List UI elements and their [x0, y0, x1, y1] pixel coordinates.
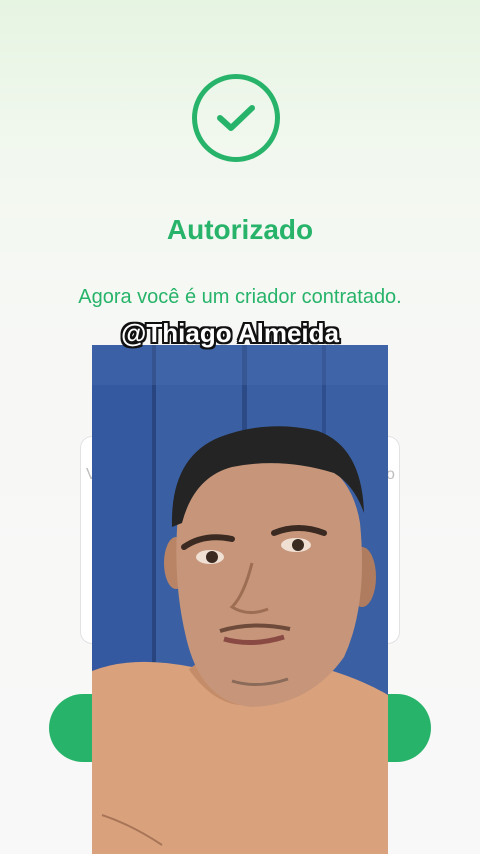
check-circle-icon: [192, 74, 280, 162]
checkmark-icon: [217, 105, 255, 131]
camera-video-overlay: [92, 345, 388, 854]
status-message: Agora você é um criador contratado.: [78, 286, 402, 308]
person-video-frame: [92, 345, 388, 854]
creator-handle: @Thiago Almeida: [121, 318, 339, 348]
status-title: Autorizado: [166, 214, 314, 245]
